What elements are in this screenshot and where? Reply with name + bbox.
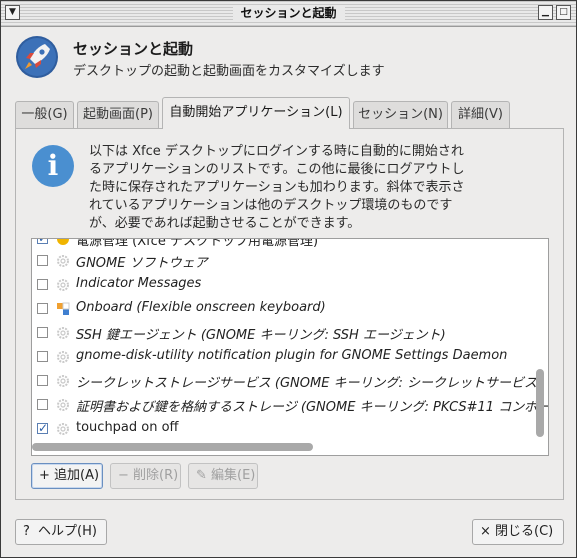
plus-icon: + — [39, 468, 50, 483]
app-name: 電源管理 (Xfce デスクトップ用電源管理) — [76, 238, 319, 249]
list-item[interactable]: gnome-disk-utility notification plugin f… — [32, 345, 537, 369]
tab-splash[interactable]: 起動画面(P) — [77, 101, 159, 128]
app-name: SSH 鍵エージェント (GNOME キーリング: SSH エージェント) — [76, 328, 446, 343]
remove-button[interactable]: − 削除(R) — [110, 463, 181, 489]
tab-general[interactable]: 一般(G) — [15, 101, 74, 128]
maximize-icon[interactable]: □ — [556, 5, 571, 20]
gear-icon — [57, 279, 69, 291]
list-item[interactable]: touchpad on off — [32, 417, 537, 441]
app-name: GNOME ソフトウェア — [76, 256, 208, 271]
list-item[interactable]: 証明書および鍵を格納するストレージ (GNOME キーリング: PKCS#11 … — [32, 393, 548, 417]
app-name: Onboard (Flexible onscreen keyboard) — [76, 300, 326, 315]
close-button[interactable]: × 閉じる(C) — [472, 519, 564, 545]
page-subtitle: デスクトップの起動と起動画面をカスタマイズします — [73, 64, 385, 79]
rocket-icon — [16, 36, 58, 78]
enable-checkbox[interactable] — [37, 255, 48, 266]
page-title: セッションと起動 — [73, 40, 194, 58]
pencil-icon: ✎ — [196, 468, 207, 483]
remove-label: 削除(R) — [133, 468, 179, 483]
gear-icon — [57, 423, 69, 435]
add-label: 追加(A) — [54, 468, 100, 483]
info-icon: i — [32, 145, 74, 187]
help-label: ヘルプ(H) — [38, 524, 97, 539]
app-name: Indicator Messages — [76, 276, 202, 291]
app-name: 証明書および鍵を格納するストレージ (GNOME キーリング: PKCS#11 … — [76, 400, 549, 415]
info-line: るアプリケーションのリストです。この他に最後にログアウトし — [89, 162, 465, 177]
horizontal-scrollbar[interactable] — [32, 443, 313, 451]
gear-icon — [57, 255, 69, 267]
list-item[interactable]: SSH 鍵エージェント (GNOME キーリング: SSH エージェント) — [32, 321, 537, 345]
gear-icon — [57, 351, 69, 363]
add-button[interactable]: + 追加(A) — [31, 463, 103, 489]
tab-session[interactable]: セッション(N) — [353, 101, 448, 128]
close-label: 閉じる(C) — [495, 524, 554, 539]
power-icon — [57, 239, 69, 245]
info-line: 以下は Xfce デスクトップにログインする時に自動的に開始され — [89, 144, 464, 159]
window-title: セッションと起動 — [232, 5, 345, 22]
list-item[interactable]: シークレットストレージサービス (GNOME キーリング: シークレットサービス — [32, 369, 537, 393]
list-item[interactable]: GNOME ソフトウェア — [32, 249, 537, 273]
enable-checkbox[interactable] — [37, 421, 48, 435]
keyboard-icon — [57, 302, 70, 315]
help-button[interactable]: ? ヘルプ(H) — [15, 519, 107, 545]
vertical-scrollbar[interactable] — [536, 369, 544, 437]
info-line: れているアプリケーションは他のデスクトップ環境のものです — [89, 198, 453, 213]
tab-advanced[interactable]: 詳細(V) — [451, 101, 510, 128]
minus-icon: − — [118, 468, 129, 483]
edit-button[interactable]: ✎ 編集(E) — [188, 463, 258, 489]
enable-checkbox[interactable] — [37, 279, 48, 290]
app-name: シークレットストレージサービス (GNOME キーリング: シークレットサービス — [76, 376, 538, 391]
window-menu-icon[interactable]: ▼ — [5, 5, 20, 20]
title-bar[interactable]: ▼ セッションと起動 ▁ □ — [1, 1, 576, 27]
app-name: gnome-disk-utility notification plugin f… — [76, 348, 508, 363]
list-item[interactable]: Indicator Messages — [32, 273, 537, 297]
info-line: た時に保存されたアプリケーションも加わります。斜体で表示さ — [89, 180, 465, 195]
help-icon: ? — [23, 524, 30, 539]
minimize-icon[interactable]: ▁ — [538, 5, 553, 20]
gear-icon — [57, 375, 69, 387]
settings-window: ▼ セッションと起動 ▁ □ セッションと起動 デスクトップの起動と起動画面をカ… — [0, 0, 577, 558]
gear-icon — [57, 399, 69, 411]
enable-checkbox[interactable] — [37, 399, 48, 410]
autostart-app-list[interactable]: 電源管理 (Xfce デスクトップ用電源管理) GNOME ソフトウェア Ind… — [31, 238, 549, 456]
enable-checkbox[interactable] — [37, 351, 48, 362]
enable-checkbox[interactable] — [37, 327, 48, 338]
tab-autostart[interactable]: 自動開始アプリケーション(L) — [162, 97, 350, 129]
gear-icon — [57, 327, 69, 339]
info-line: が、必要であれば起動させることができます。 — [89, 216, 361, 231]
enable-checkbox[interactable] — [37, 375, 48, 386]
enable-checkbox[interactable] — [37, 303, 48, 314]
enable-checkbox[interactable] — [37, 239, 48, 245]
info-message: 以下は Xfce デスクトップにログインする時に自動的に開始され るアプリケーシ… — [89, 143, 484, 233]
edit-label: 編集(E) — [211, 468, 256, 483]
app-name: touchpad on off — [76, 420, 179, 435]
list-item[interactable]: Onboard (Flexible onscreen keyboard) — [32, 297, 537, 321]
close-icon: × — [480, 524, 491, 539]
